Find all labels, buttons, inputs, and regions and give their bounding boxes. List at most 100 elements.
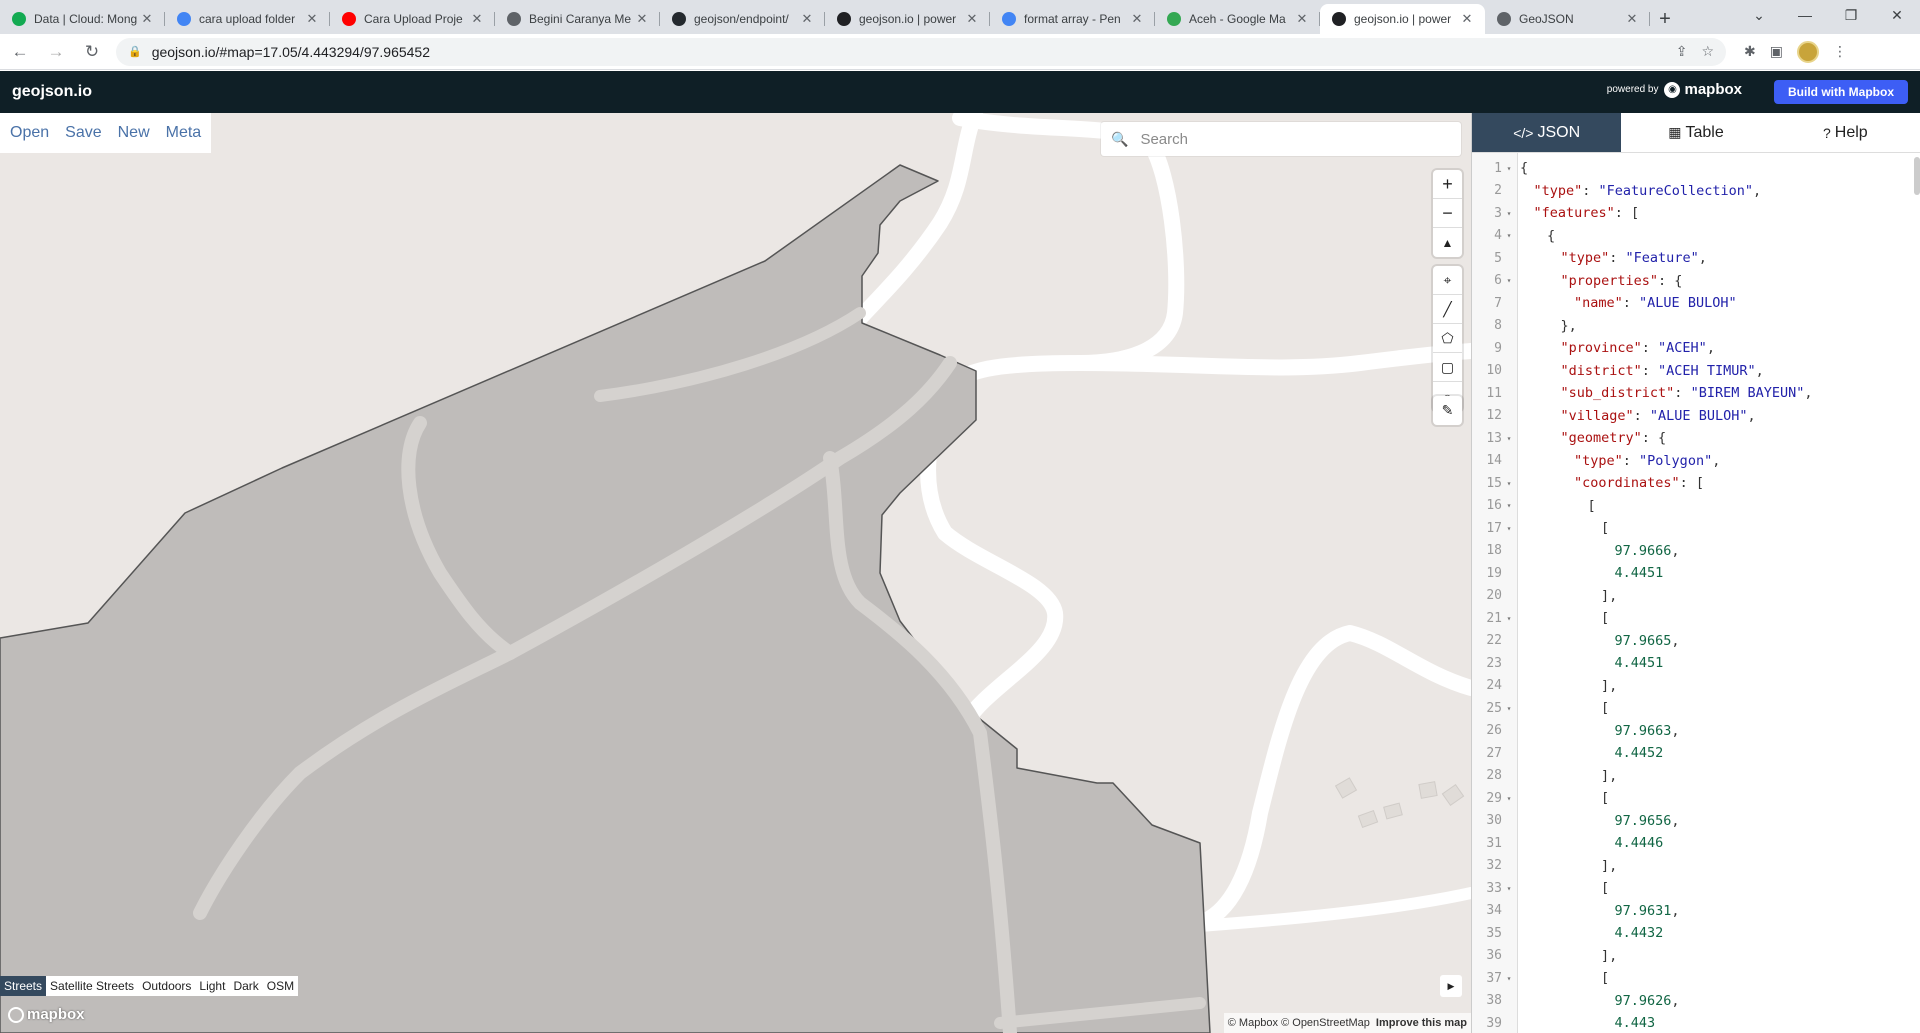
code-token: : [ (1679, 475, 1705, 492)
draw-line-icon[interactable]: ╱ (1433, 295, 1462, 324)
fold-toggle-icon[interactable]: ▾ (1502, 209, 1516, 218)
powered-by-mapbox[interactable]: powered by ◉ mapbox (1607, 81, 1742, 98)
share-icon[interactable]: ⇪ (1676, 43, 1688, 60)
restore-icon[interactable]: ❐ (1828, 0, 1874, 30)
layer-option[interactable]: Satellite Streets (46, 976, 138, 996)
code-text: }, (1516, 318, 1577, 334)
help-icon: ? (1822, 124, 1831, 141)
improve-map-link[interactable]: Improve this map (1376, 1017, 1467, 1029)
compass-icon[interactable]: ▲ (1433, 228, 1462, 257)
code-text: ], (1516, 768, 1617, 784)
mapbox-logo[interactable]: mapbox (8, 1006, 85, 1023)
code-line: 10 "district": "ACEH TIMUR", (1472, 360, 1920, 383)
tab-json[interactable]: </> JSON (1472, 113, 1622, 152)
close-tab-icon[interactable]: ✕ (1624, 11, 1640, 27)
draw-marker-icon[interactable]: ⌖ (1433, 266, 1462, 295)
zoom-in-icon[interactable]: + (1433, 170, 1462, 199)
fold-toggle-icon[interactable]: ▾ (1502, 479, 1516, 488)
code-token: "sub_district" (1560, 385, 1675, 402)
browser-tab[interactable]: cara upload folder ✕ (165, 4, 330, 34)
code-text: [ (1516, 520, 1609, 536)
tab-table[interactable]: ▦ Table (1621, 113, 1770, 152)
draw-polygon-icon[interactable]: ⬠ (1433, 324, 1462, 353)
new-button[interactable]: New (110, 124, 158, 142)
layer-option[interactable]: Outdoors (138, 976, 195, 996)
zoom-out-icon[interactable]: − (1433, 199, 1462, 228)
close-tab-icon[interactable]: ✕ (1459, 11, 1475, 27)
browser-tab[interactable]: Data | Cloud: Mong ✕ (0, 4, 165, 34)
tab-search-icon[interactable]: ⌄ (1736, 0, 1782, 30)
browser-tab-strip: Data | Cloud: Mong ✕ cara upload folder ✕ Ca… (0, 0, 1920, 34)
browser-tab[interactable]: geojson.io | power ✕ (1320, 4, 1485, 34)
minimize-icon[interactable]: — (1782, 0, 1828, 30)
fold-toggle-icon[interactable]: ▾ (1502, 884, 1516, 893)
close-tab-icon[interactable]: ✕ (1294, 11, 1310, 27)
fold-toggle-icon[interactable]: ▾ (1502, 501, 1516, 510)
back-icon[interactable]: ← (4, 36, 36, 68)
fold-toggle-icon[interactable]: ▾ (1502, 974, 1516, 983)
tab-help[interactable]: ? Help (1771, 113, 1920, 152)
extensions-puzzle-icon[interactable]: ✱ (1744, 43, 1756, 60)
code-line: 24], (1472, 675, 1920, 698)
close-tab-icon[interactable]: ✕ (139, 11, 155, 27)
draw-rectangle-icon[interactable]: ▢ (1433, 353, 1462, 382)
editor-lines: 1 ▾{2 "type": "FeatureCollection", 3 ▾ "featu… (1472, 157, 1920, 1033)
app-logo[interactable]: geojson.io (12, 83, 92, 101)
fold-toggle-icon[interactable]: ▾ (1502, 704, 1516, 713)
fold-toggle-icon[interactable]: ▾ (1502, 524, 1516, 533)
browser-tab[interactable]: GeoJSON ✕ (1485, 4, 1650, 34)
url-bar[interactable]: 🔒 geojson.io/#map=17.05/4.443294/97.9654… (116, 37, 1726, 66)
code-text: 4.4446 (1516, 835, 1664, 851)
layer-option[interactable]: Streets (0, 976, 47, 996)
json-editor[interactable]: 1 ▾{2 "type": "FeatureCollection", 3 ▾ "featu… (1472, 153, 1920, 1033)
close-window-icon[interactable]: ✕ (1874, 0, 1920, 30)
code-line: 25 ▾ [ (1472, 697, 1920, 720)
fold-toggle-icon[interactable]: ▾ (1502, 164, 1516, 173)
fold-toggle-icon[interactable]: ▾ (1502, 794, 1516, 803)
line-number: 17 (1486, 520, 1502, 536)
editor-scrollbar[interactable] (1914, 157, 1920, 195)
attribution-text[interactable]: © Mapbox © OpenStreetMap (1228, 1017, 1370, 1029)
browser-tab[interactable]: format array - Pen ✕ (990, 4, 1155, 34)
browser-tab[interactable]: Cara Upload Proje ✕ (330, 4, 495, 34)
map-search-input[interactable]: 🔍 Search (1101, 122, 1461, 156)
line-number: 4 (1494, 228, 1502, 244)
edit-icon[interactable]: ✎ (1433, 396, 1462, 425)
layer-option[interactable]: Light (195, 976, 229, 996)
browser-tab[interactable]: Aceh - Google Ma ✕ (1155, 4, 1320, 34)
browser-tab[interactable]: geojson/endpoint/ ✕ (660, 4, 825, 34)
reload-icon[interactable]: ↻ (76, 36, 108, 68)
close-tab-icon[interactable]: ✕ (304, 11, 320, 27)
fold-toggle-icon[interactable]: ▾ (1502, 434, 1516, 443)
bookmark-star-icon[interactable]: ☆ (1701, 43, 1714, 60)
browser-menu-icon[interactable]: ⋮ (1833, 43, 1847, 60)
close-tab-icon[interactable]: ✕ (964, 11, 980, 27)
browser-tab-title: geojson/endpoint/ (694, 12, 789, 26)
collapse-panel-icon[interactable]: ▶ (1440, 975, 1462, 997)
fold-toggle-icon[interactable]: ▾ (1502, 231, 1516, 240)
open-button[interactable]: Open (2, 124, 57, 142)
code-text: 4.4432 (1516, 925, 1664, 941)
layer-option[interactable]: Dark (229, 976, 262, 996)
browser-tab[interactable]: Begini Caranya Me ✕ (495, 4, 660, 34)
close-tab-icon[interactable]: ✕ (1129, 11, 1145, 27)
map-canvas[interactable]: Open Save New Meta 🔍 Search + − ▲ ⌖ ╱ ⬠ … (0, 113, 1471, 1033)
build-with-mapbox-button[interactable]: Build with Mapbox (1774, 80, 1908, 104)
code-token: ], (1601, 947, 1618, 964)
close-tab-icon[interactable]: ✕ (799, 11, 815, 27)
close-tab-icon[interactable]: ✕ (469, 11, 485, 27)
layer-option[interactable]: OSM (263, 976, 298, 996)
browser-tab-title: Aceh - Google Ma (1189, 12, 1286, 26)
side-panel-icon[interactable]: ▣ (1770, 43, 1783, 60)
forward-icon[interactable]: → (40, 36, 72, 68)
save-button[interactable]: Save (57, 124, 109, 142)
profile-avatar[interactable] (1796, 40, 1819, 63)
browser-tab[interactable]: geojson.io | power ✕ (825, 4, 990, 34)
code-token: "ACEH TIMUR" (1658, 362, 1756, 379)
close-tab-icon[interactable]: ✕ (634, 11, 650, 27)
fold-toggle-icon[interactable]: ▾ (1502, 276, 1516, 285)
meta-button[interactable]: Meta (158, 124, 210, 142)
browser-tab-title: Begini Caranya Me (529, 12, 632, 26)
fold-toggle-icon[interactable]: ▾ (1502, 614, 1516, 623)
new-tab-button[interactable]: + (1650, 4, 1680, 34)
